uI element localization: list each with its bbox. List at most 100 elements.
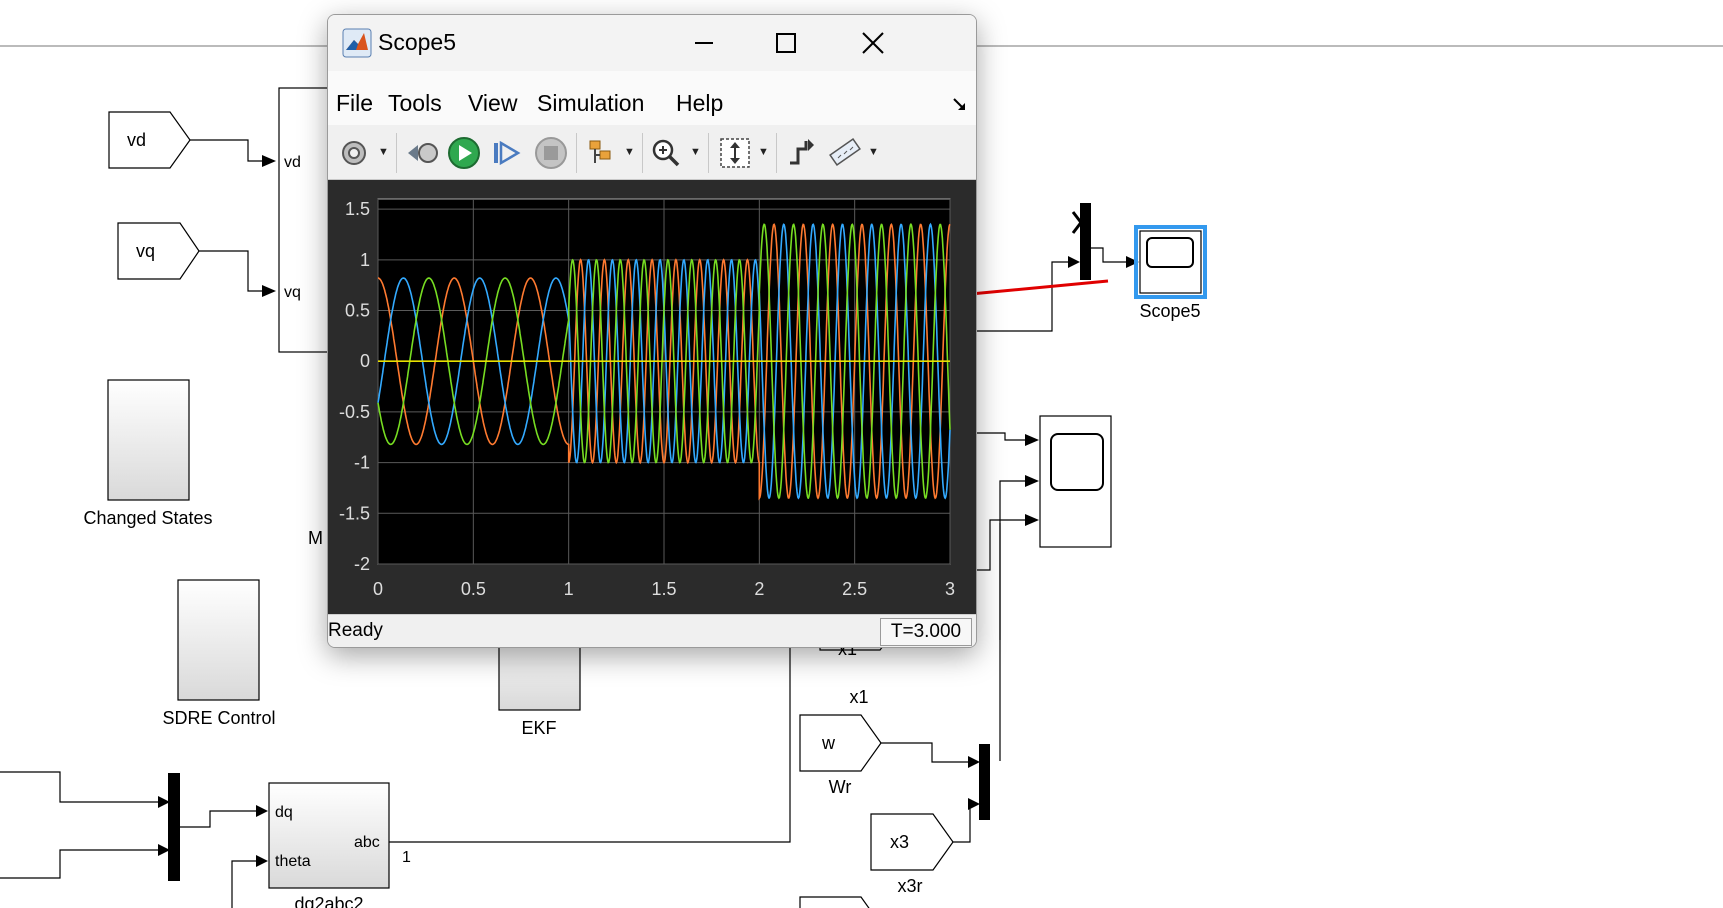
simulation-time: T=3.000 bbox=[880, 618, 972, 646]
x-tick-label: 3 bbox=[945, 579, 955, 599]
scope-plot[interactable]: 0 0.5 1 1.5 2 2.5 3 1.5 1 0.5 0 -0.5 -1 -1.5 -2 bbox=[328, 180, 976, 614]
vq-arrowhead bbox=[262, 285, 276, 297]
status-text: Ready bbox=[328, 620, 383, 641]
x3-goto-block[interactable] bbox=[870, 813, 954, 871]
mux-block-scope5[interactable] bbox=[1080, 203, 1091, 280]
window-title: Scope5 bbox=[378, 29, 457, 55]
stop-icon[interactable] bbox=[534, 136, 568, 170]
x-tick-label: 1 bbox=[564, 579, 574, 599]
changed-states-label: Changed States bbox=[83, 508, 212, 528]
scope-in-arrow-1 bbox=[1025, 434, 1039, 446]
scope-in-line-1[interactable] bbox=[975, 432, 1025, 441]
step-forward-icon[interactable] bbox=[490, 137, 522, 169]
dock-arrow-icon[interactable] bbox=[952, 97, 968, 113]
mux-in-line-2[interactable] bbox=[0, 849, 158, 879]
vd-signal-line[interactable] bbox=[190, 139, 262, 162]
annotation-arrow bbox=[959, 279, 1109, 297]
mux-to-dq-line[interactable] bbox=[180, 810, 256, 828]
maximize-icon bbox=[776, 33, 796, 53]
toolbar-separator bbox=[708, 133, 709, 173]
vd-goto-block[interactable]: vd bbox=[108, 111, 191, 169]
autoscale-icon[interactable] bbox=[718, 136, 752, 170]
vd-arrowhead bbox=[262, 155, 276, 167]
menu-simulation[interactable]: Simulation bbox=[537, 90, 644, 117]
sdre-control-block[interactable] bbox=[177, 579, 260, 701]
y-tick-label: 1.5 bbox=[345, 199, 370, 219]
run-icon[interactable] bbox=[446, 135, 482, 171]
status-bar: Ready T=3.000 bbox=[328, 614, 976, 647]
y-tick-label: 0 bbox=[360, 351, 370, 371]
y-tick-label: 1 bbox=[360, 250, 370, 270]
x-tick-label: 1.5 bbox=[651, 579, 676, 599]
signal-index-label: 1 bbox=[402, 849, 411, 866]
vq-goto-label: vq bbox=[136, 241, 155, 261]
scope5-screen-icon bbox=[1146, 237, 1194, 268]
w-goto-block[interactable] bbox=[799, 714, 882, 772]
minimize-button[interactable] bbox=[682, 23, 726, 63]
matlab-icon bbox=[342, 28, 372, 58]
trigger-icon[interactable] bbox=[786, 137, 818, 169]
menu-bar: File Tools View Simulation Help bbox=[328, 71, 976, 126]
scope-screen-icon bbox=[1050, 433, 1104, 491]
title-bar[interactable]: Scope5 bbox=[328, 15, 976, 71]
mux-in-line-1[interactable] bbox=[0, 771, 158, 803]
settings-icon[interactable] bbox=[338, 137, 370, 169]
maximize-button[interactable] bbox=[764, 23, 808, 63]
port-vq-label: vq bbox=[284, 284, 301, 301]
dq-port-label: dq bbox=[275, 804, 293, 821]
toolbar-separator bbox=[642, 133, 643, 173]
menu-help[interactable]: Help bbox=[676, 90, 723, 117]
y-tick-label: 0.5 bbox=[345, 301, 370, 321]
abc-port-label: abc bbox=[354, 834, 380, 851]
measure-dropdown-icon[interactable]: ▼ bbox=[868, 146, 879, 158]
scope5-in-line-1[interactable] bbox=[975, 261, 1068, 332]
highlight-dropdown-icon[interactable]: ▼ bbox=[624, 146, 635, 158]
x1-name-label: x1 bbox=[849, 687, 868, 707]
zoom-in-icon[interactable] bbox=[650, 137, 682, 169]
x3-signal-line[interactable] bbox=[953, 803, 971, 843]
x3-arrow bbox=[968, 798, 980, 810]
mux-block-right[interactable] bbox=[979, 744, 990, 820]
settings-dropdown-icon[interactable]: ▼ bbox=[378, 146, 389, 158]
restore-icon[interactable] bbox=[406, 137, 440, 169]
close-button[interactable] bbox=[851, 23, 895, 63]
highlight-icon[interactable] bbox=[586, 137, 618, 169]
menu-tools[interactable]: Tools bbox=[388, 90, 442, 117]
y-tick-label: -1.5 bbox=[339, 503, 370, 523]
partial-goto-block[interactable] bbox=[799, 896, 881, 908]
y-tick-label: -2 bbox=[354, 554, 370, 574]
scope5-name-label: Scope5 bbox=[1139, 301, 1200, 321]
theta-port-label: theta bbox=[275, 853, 311, 870]
sdre-control-label: SDRE Control bbox=[162, 708, 275, 728]
scope5-in-arrow-1 bbox=[1068, 256, 1080, 268]
scope5-window[interactable]: Scope5 File Tools View Simulation Help ▼ bbox=[327, 14, 977, 648]
menu-file[interactable]: File bbox=[336, 90, 373, 117]
autoscale-dropdown-icon[interactable]: ▼ bbox=[758, 146, 769, 158]
scope-in-line-2[interactable] bbox=[999, 480, 1025, 640]
ekf-label: EKF bbox=[521, 718, 556, 738]
menu-view[interactable]: View bbox=[468, 90, 517, 117]
w-signal-line[interactable] bbox=[881, 742, 968, 763]
x3-goto-label: x3 bbox=[890, 832, 909, 852]
changed-states-block[interactable] bbox=[107, 379, 190, 501]
x-tick-label: 2.5 bbox=[842, 579, 867, 599]
zoom-dropdown-icon[interactable]: ▼ bbox=[690, 146, 701, 158]
plot-area[interactable]: 0 0.5 1 1.5 2 2.5 3 1.5 1 0.5 0 -0.5 -1 -1.5 -2 bbox=[328, 180, 976, 614]
x3r-name-label: x3r bbox=[897, 876, 922, 896]
toolbar-separator bbox=[576, 133, 577, 173]
minimize-icon bbox=[695, 42, 713, 44]
vd-goto-label: vd bbox=[127, 130, 146, 150]
theta-line[interactable] bbox=[231, 860, 256, 908]
vq-signal-line[interactable] bbox=[199, 250, 262, 292]
theta-arrow bbox=[256, 855, 268, 867]
close-icon bbox=[862, 32, 884, 54]
toolbar: ▼ ▼ ▼ ▼ ▼ bbox=[328, 125, 976, 180]
mux-block-bottom-left[interactable] bbox=[168, 773, 180, 881]
y-tick-label: -1 bbox=[354, 453, 370, 473]
abc-output-line[interactable] bbox=[389, 640, 791, 843]
scope-in-arrow-2 bbox=[1025, 475, 1039, 487]
measure-icon[interactable] bbox=[828, 136, 862, 170]
mux-to-scope5-line[interactable] bbox=[1091, 247, 1126, 263]
vq-goto-block[interactable]: vq bbox=[117, 222, 200, 280]
scope-in-arrow-3 bbox=[1025, 514, 1039, 526]
